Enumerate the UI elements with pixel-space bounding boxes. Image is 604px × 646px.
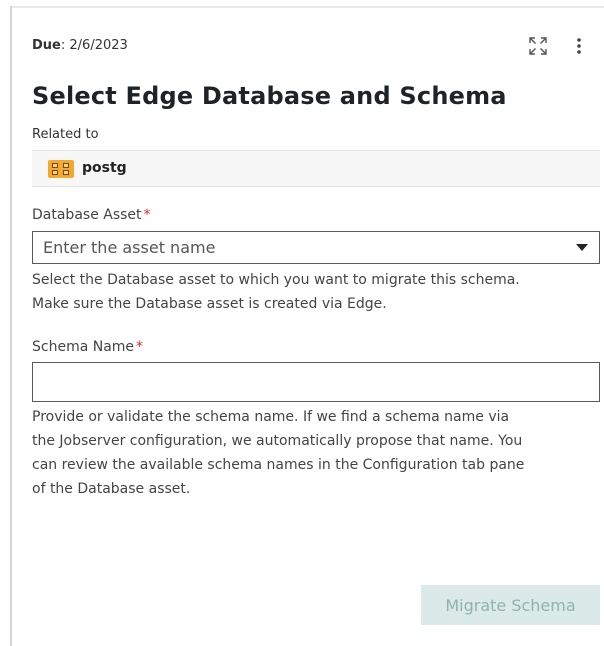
migrate-schema-button[interactable]: Migrate Schema [421, 585, 600, 625]
task-panel: Due: 2/6/2023 Select Edge Database and S… [32, 0, 600, 646]
due-date: 2/6/2023 [69, 38, 128, 53]
related-to-label: Related to [32, 127, 99, 142]
related-asset-name[interactable]: postg [82, 160, 127, 176]
database-asset-placeholder: Enter the asset name [43, 238, 216, 257]
database-asset-select[interactable]: Enter the asset name [32, 231, 600, 264]
database-asset-label: Database Asset * [32, 207, 151, 223]
due-date-row: Due: 2/6/2023 [32, 38, 128, 53]
schema-name-input[interactable] [32, 362, 600, 402]
required-marker: * [143, 207, 151, 223]
more-vertical-icon[interactable] [570, 36, 588, 56]
schema-name-label: Schema Name * [32, 339, 144, 355]
expand-icon[interactable] [528, 36, 548, 56]
panel-left-border [10, 6, 12, 646]
related-asset-chip[interactable]: postg [32, 150, 600, 187]
page-title: Select Edge Database and Schema [32, 82, 507, 110]
chevron-down-icon [576, 244, 588, 251]
due-label: Due [32, 38, 61, 53]
required-marker: * [136, 339, 144, 355]
database-asset-help: Select the Database asset to which you w… [32, 272, 520, 312]
schema-name-help: Provide or validate the schema name. If … [32, 409, 525, 497]
database-asset-icon [48, 160, 74, 178]
